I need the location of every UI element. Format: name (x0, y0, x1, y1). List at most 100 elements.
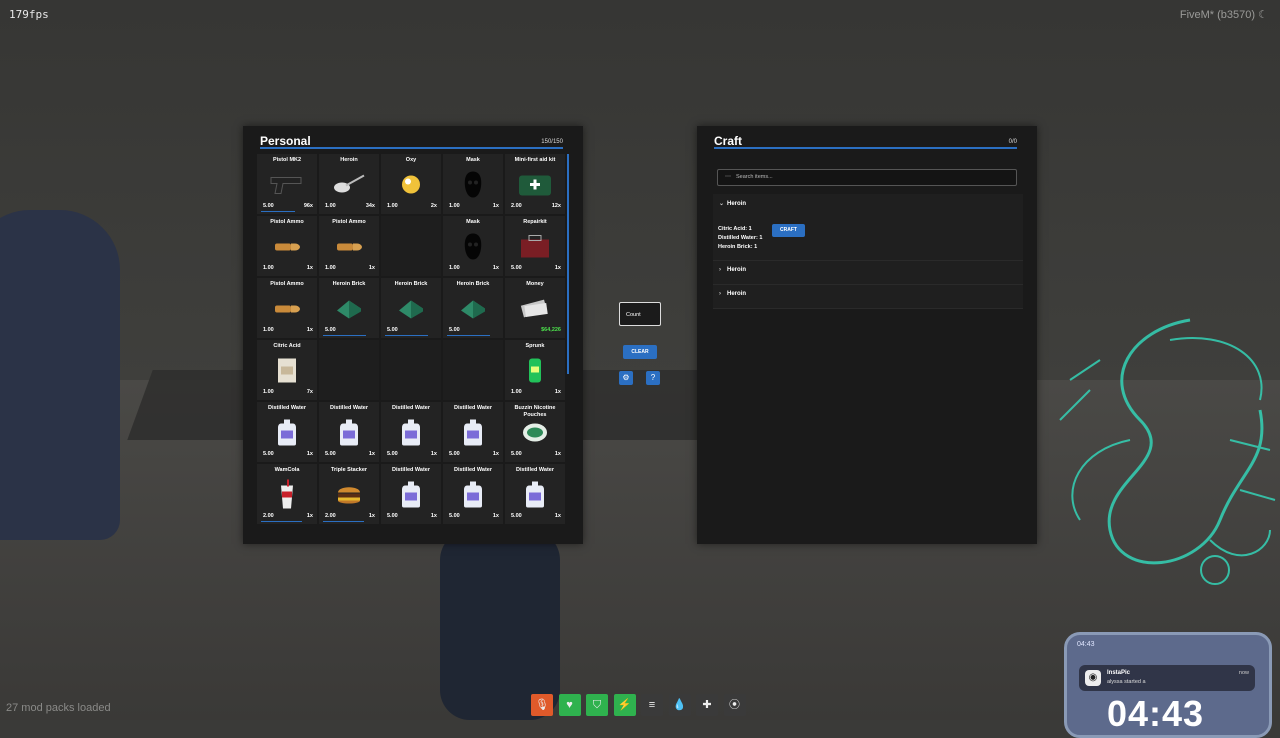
inventory-slot[interactable]: Heroin Brick 5.00 (443, 278, 503, 338)
item-quantity: 1x (554, 451, 561, 457)
inventory-slot-empty[interactable] (381, 216, 441, 276)
item-weight: 5.00 (263, 451, 274, 457)
mask-icon (462, 171, 484, 204)
inventory-slot[interactable]: Pistol Ammo 1.00 1x (257, 216, 317, 276)
inventory-slot[interactable]: Distilled Water 5.00 1x (319, 402, 379, 462)
item-name: Pistol Ammo (270, 219, 304, 225)
inventory-slot[interactable]: Buzzin Nicotine Pouches 5.00 1x (505, 402, 565, 462)
gear-icon: ⚙ (622, 373, 630, 382)
search-input[interactable]: ⋯ Search items... (717, 169, 1017, 186)
ingredient: Distilled Water: 1 (718, 235, 763, 241)
item-quantity: 96x (303, 203, 313, 209)
phone-lockscreen-clock: 04:43 (1107, 693, 1205, 734)
panel-title: Craft (714, 134, 743, 148)
count-input[interactable]: Count (619, 302, 661, 326)
settings-button[interactable]: ⚙ (619, 371, 633, 385)
item-quantity: 34x (365, 203, 375, 209)
recipe-header[interactable]: › Heroin (719, 267, 746, 273)
item-quantity: 1x (368, 513, 375, 519)
inventory-slot[interactable]: Mini-first aid kit 2.00 12x (505, 154, 565, 214)
help-button[interactable]: ? (646, 371, 660, 385)
shield-icon: ⛉ (586, 694, 608, 716)
inventory-slot[interactable]: Mask 1.00 1x (443, 154, 503, 214)
item-name: Sprunk (525, 343, 545, 349)
item-quantity: 7x (306, 389, 313, 395)
phone-notification[interactable]: ◉ InstaPic alyssa started a now (1079, 665, 1255, 691)
water-jug-icon (462, 419, 484, 452)
item-name: Distilled Water (454, 405, 492, 411)
inventory-slot[interactable]: Pistol Ammo 1.00 1x (319, 216, 379, 276)
inventory-slot[interactable]: Heroin Brick 5.00 (381, 278, 441, 338)
inventory-slot[interactable]: Distilled Water 5.00 1x (257, 402, 317, 462)
inventory-slot[interactable]: Money $64,226 (505, 278, 565, 338)
chevron-down-icon: ⌄ (719, 201, 725, 207)
moon-icon: ☾ (1258, 9, 1268, 21)
inventory-slot[interactable]: Distilled Water 5.00 1x (443, 464, 503, 524)
clear-button[interactable]: CLEAR (623, 345, 657, 359)
pill-icon (398, 174, 424, 201)
inventory-slot[interactable]: Pistol Ammo 1.00 1x (257, 278, 317, 338)
inventory-slot[interactable]: Pistol MK2 5.00 96x (257, 154, 317, 214)
soda-can-icon (527, 357, 543, 390)
pistol-icon (269, 174, 305, 201)
inventory-slot[interactable]: Distilled Water 5.00 1x (505, 464, 565, 524)
item-weight: 5.00 (387, 327, 398, 333)
ingredient: Heroin Brick: 1 (718, 244, 758, 250)
recipe-item[interactable]: ⌄ Heroin Citric Acid: 1 Distilled Water: … (713, 194, 1023, 261)
inventory-slot[interactable]: Sprunk 1.00 1x (505, 340, 565, 400)
item-quantity: 1x (554, 265, 561, 271)
item-quantity: $64,226 (541, 327, 561, 333)
inventory-slot[interactable]: Heroin Brick 5.00 (319, 278, 379, 338)
item-name: Pistol MK2 (272, 157, 302, 163)
item-weight: 5.00 (387, 513, 398, 519)
item-name: Distilled Water (392, 405, 430, 411)
recipe-item[interactable]: › Heroin (713, 285, 1023, 309)
inventory-slot[interactable]: Oxy 1.00 2x (381, 154, 441, 214)
bullet-icon (335, 240, 363, 259)
item-weight: 5.00 (511, 451, 522, 457)
burger-icon: ≡ (641, 694, 663, 716)
inventory-slot[interactable]: Heroin 1.00 34x (319, 154, 379, 214)
item-weight: 1.00 (325, 265, 336, 271)
item-weight: 1.00 (511, 389, 522, 395)
inventory-slot[interactable]: Citric Acid 1.00 7x (257, 340, 317, 400)
item-quantity: 1x (368, 265, 375, 271)
inventory-slot[interactable]: Triple Stacker 2.00 1x (319, 464, 379, 524)
recipe-item[interactable]: › Heroin (713, 261, 1023, 285)
craft-capacity: 0/0 (1008, 139, 1017, 145)
item-name: Pistol Ammo (332, 219, 366, 225)
brick-icon (458, 297, 488, 326)
inventory-scrollbar[interactable] (567, 154, 569, 374)
inventory-slot[interactable]: Distilled Water 5.00 1x (381, 464, 441, 524)
inventory-slot[interactable]: Distilled Water 5.00 1x (381, 402, 441, 462)
item-quantity: 1x (492, 451, 499, 457)
ingredient: Citric Acid: 1 (718, 226, 752, 232)
item-quantity: 1x (306, 265, 313, 271)
item-quantity: 1x (492, 513, 499, 519)
item-name: Repairkit (523, 219, 547, 225)
inventory-slot-empty[interactable] (319, 340, 379, 400)
craft-panel: Craft 0/0 ⋯ Search items... ⌄ Heroin Citr… (697, 126, 1037, 544)
player-character-legs (440, 530, 560, 720)
inventory-slot[interactable]: Distilled Water 5.00 1x (443, 402, 503, 462)
inventory-slot[interactable]: Repairkit 5.00 1x (505, 216, 565, 276)
capacity-bar (260, 147, 563, 149)
item-weight: 1.00 (325, 203, 336, 209)
chevron-right-icon: › (719, 267, 721, 273)
phone-widget[interactable]: 04:43 ◉ InstaPic alyssa started a now 04… (1064, 632, 1272, 738)
craft-button[interactable]: CRAFT (772, 224, 805, 237)
microphone-icon: 🎙 (531, 694, 553, 716)
item-quantity: 1x (306, 451, 313, 457)
mask-icon (462, 233, 484, 266)
inventory-slot-empty[interactable] (443, 340, 503, 400)
item-weight: 5.00 (263, 203, 274, 209)
item-quantity: 2x (430, 203, 437, 209)
recipe-header[interactable]: › Heroin (719, 291, 746, 297)
water-jug-icon (400, 481, 422, 514)
recipe-header[interactable]: ⌄ Heroin (719, 200, 746, 207)
inventory-slot[interactable]: WamCola 2.00 1x (257, 464, 317, 524)
item-quantity: 1x (492, 265, 499, 271)
inventory-slot[interactable]: Mask 1.00 1x (443, 216, 503, 276)
inventory-slot-empty[interactable] (381, 340, 441, 400)
search-icon: ⋯ (725, 174, 731, 180)
